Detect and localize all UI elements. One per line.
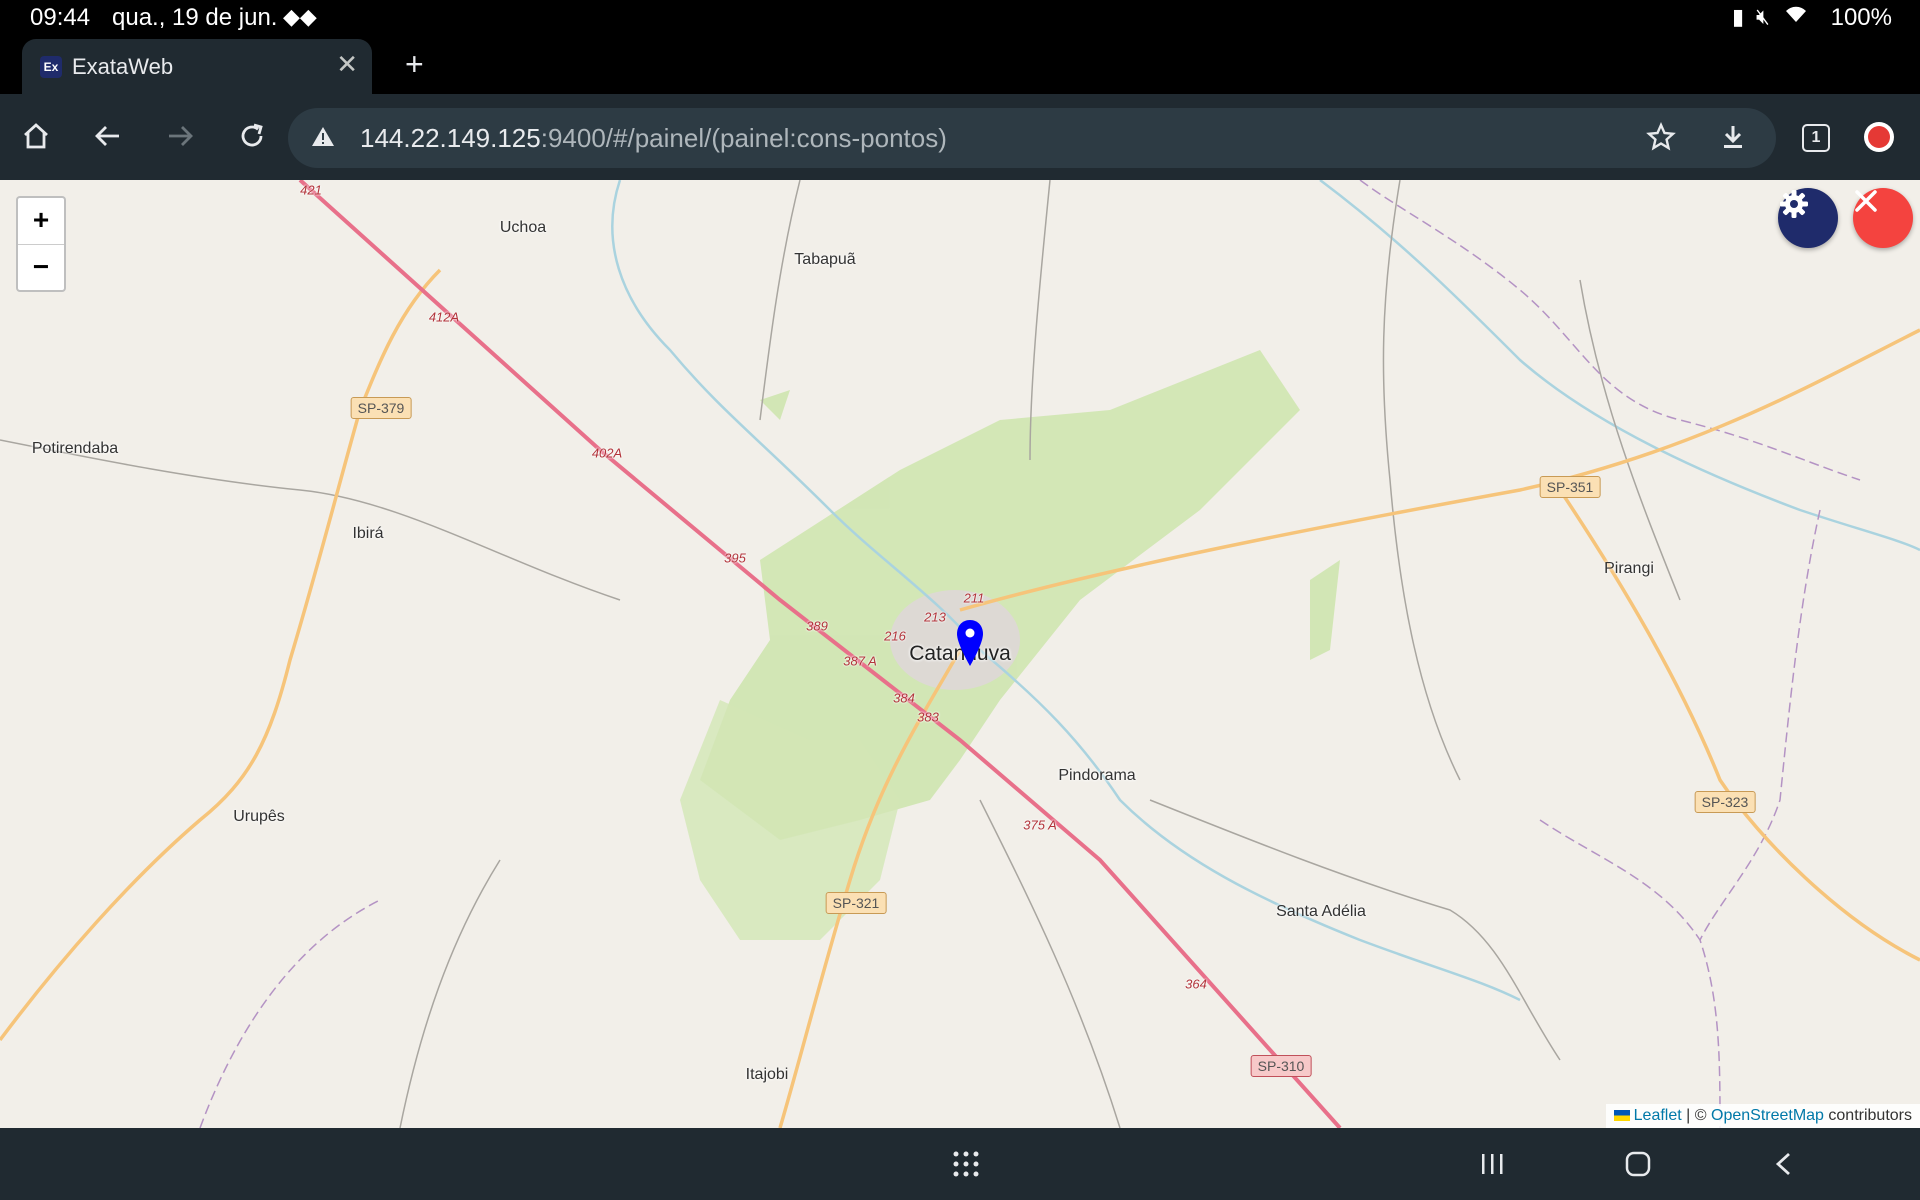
back-button[interactable] xyxy=(86,114,130,158)
km-marker: 402A xyxy=(591,445,623,461)
km-marker: 216 xyxy=(884,628,906,644)
road-shield-sp379: SP-379 xyxy=(350,397,412,419)
grid-dots-icon xyxy=(953,1151,979,1177)
road-shield-sp321: SP-321 xyxy=(825,892,887,914)
km-marker: 213 xyxy=(924,609,946,625)
warning-icon xyxy=(312,127,334,146)
attribution-contributors: contributors xyxy=(1828,1107,1912,1124)
new-tab-button[interactable]: + xyxy=(405,46,424,83)
place-pirangi: Pirangi xyxy=(1604,560,1654,577)
km-marker: 383 xyxy=(917,709,939,725)
app-drawer-button[interactable] xyxy=(946,1146,986,1182)
favicon-icon: Ex xyxy=(40,56,62,78)
url-path: :9400/#/painel/(painel:cons-pontos) xyxy=(540,123,947,153)
home-square-icon xyxy=(1625,1151,1651,1177)
road-shield-sp310: SP-310 xyxy=(1250,1055,1312,1077)
bookmark-star-icon[interactable] xyxy=(1646,122,1676,152)
attribution-separator: | © xyxy=(1686,1107,1707,1124)
zoom-in-button[interactable]: + xyxy=(18,198,64,245)
place-pindorama: Pindorama xyxy=(1058,767,1136,784)
km-marker: 389 xyxy=(806,618,828,634)
home-nav-button[interactable] xyxy=(1618,1146,1658,1182)
profile-avatar[interactable] xyxy=(1864,122,1894,152)
tab-switcher-button[interactable]: 1 xyxy=(1802,124,1830,152)
place-itajobi: Itajobi xyxy=(745,1066,789,1083)
system-nav-bar xyxy=(0,1128,1920,1200)
status-date: qua., 19 de jun. xyxy=(112,4,278,31)
km-marker: 375 A xyxy=(1023,817,1057,833)
place-urupes: Urupês xyxy=(233,808,285,825)
place-uchoa: Uchoa xyxy=(499,219,547,236)
url-host: 144.22.149.125 xyxy=(360,123,541,153)
km-marker: 387 A xyxy=(843,653,877,669)
close-icon xyxy=(1855,190,1877,212)
place-ibira: Ibirá xyxy=(352,525,384,542)
arrow-right-icon xyxy=(169,126,193,146)
recents-icon xyxy=(1482,1154,1503,1174)
map-attribution: Leaflet | © OpenStreetMap contributors xyxy=(1605,1104,1920,1128)
tab-title: ExataWeb xyxy=(72,54,174,79)
place-potirendaba: Potirendaba xyxy=(31,440,119,457)
chevron-left-icon xyxy=(1775,1152,1790,1176)
recents-button[interactable] xyxy=(1472,1146,1512,1182)
km-marker: 364 xyxy=(1185,976,1207,992)
settings-button[interactable] xyxy=(1778,188,1838,248)
back-nav-button[interactable] xyxy=(1764,1146,1804,1182)
home-button[interactable] xyxy=(14,114,58,158)
km-marker: 412A xyxy=(428,309,460,325)
close-tab-icon[interactable]: ✕ xyxy=(336,49,358,80)
status-time: 09:44 xyxy=(30,4,91,31)
mute-icon: 🔇︎ xyxy=(1756,4,1770,29)
place-tabapua: Tabapuã xyxy=(794,251,856,268)
battery-saver-icon: ▮ xyxy=(1732,4,1745,29)
forward-button[interactable] xyxy=(158,114,202,158)
km-marker: 211 xyxy=(963,590,985,606)
zoom-out-button[interactable]: − xyxy=(18,245,64,291)
km-marker: 384 xyxy=(893,690,915,706)
location-pin-icon[interactable] xyxy=(955,618,985,668)
address-bar[interactable]: 144.22.149.125:9400/#/painel/(painel:con… xyxy=(288,108,1776,168)
leaflet-link[interactable]: Leaflet xyxy=(1634,1107,1682,1124)
gear-icon xyxy=(1780,190,1808,218)
tab-strip: Ex ExataWeb ✕ + xyxy=(0,36,1920,94)
avatar-icon xyxy=(1868,126,1890,148)
close-map-button[interactable] xyxy=(1853,188,1913,248)
road-shield-sp351: SP-351 xyxy=(1539,476,1601,498)
place-santa-adelia: Santa Adélia xyxy=(1276,903,1366,920)
arrow-left-icon xyxy=(95,126,119,146)
browser-tab[interactable]: Ex ExataWeb ✕ xyxy=(22,39,372,94)
sync-icon: ◆◆ xyxy=(283,4,317,29)
road-shield-sp323: SP-323 xyxy=(1694,791,1756,813)
km-marker: 395 xyxy=(724,550,746,566)
wifi-icon xyxy=(1784,4,1808,30)
browser-toolbar: 144.22.149.125:9400/#/painel/(painel:con… xyxy=(0,94,1920,180)
ukraine-flag-icon xyxy=(1613,1110,1630,1122)
url-text: 144.22.149.125:9400/#/painel/(painel:con… xyxy=(360,123,947,154)
reload-icon xyxy=(241,123,263,147)
osm-link[interactable]: OpenStreetMap xyxy=(1711,1107,1824,1124)
zoom-control: + − xyxy=(16,196,66,292)
map-view[interactable]: Uchoa Tabapuã Potirendaba Ibirá Pirangi … xyxy=(0,180,1920,1128)
km-marker: 421 xyxy=(300,182,322,198)
battery-level: 100% xyxy=(1830,4,1892,31)
download-icon[interactable] xyxy=(1718,122,1748,152)
home-icon xyxy=(24,123,48,149)
status-bar: 09:44 qua., 19 de jun. ◆◆ ▮ 🔇︎ 100% xyxy=(0,0,1920,36)
reload-button[interactable] xyxy=(230,114,274,158)
